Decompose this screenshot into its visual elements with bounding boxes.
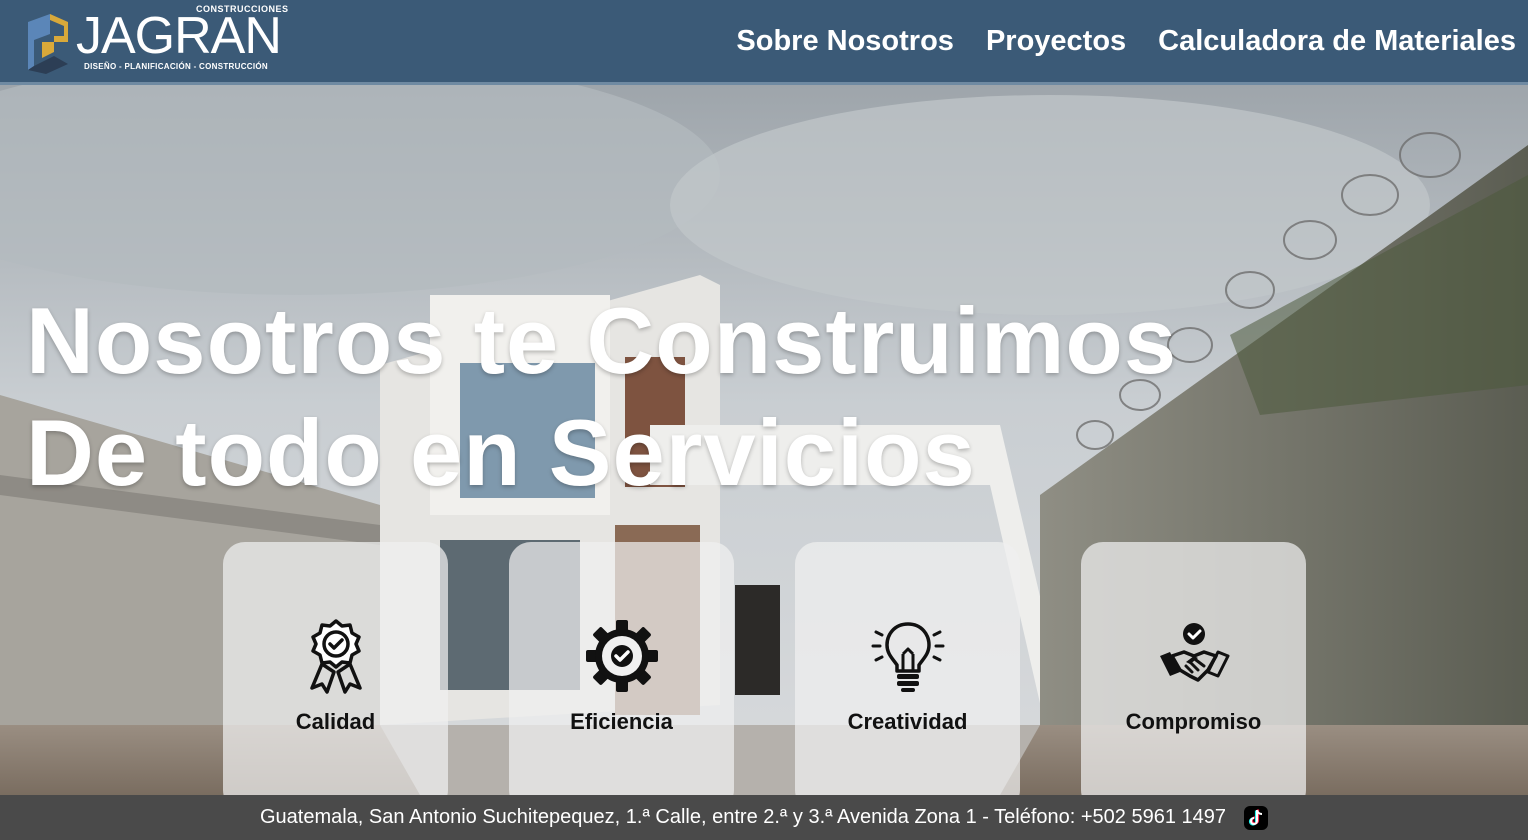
card-label-eficiencia: Eficiencia: [570, 709, 673, 734]
logo-tagline: DISEÑO - PLANIFICACIÓN - CONSTRUCCIÓN: [84, 61, 268, 71]
value-card-calidad[interactable]: Calidad: [223, 542, 448, 795]
lightbulb-icon: [868, 616, 948, 696]
headline-line-1: Nosotros te Construimos: [26, 288, 1178, 393]
footer-address: Guatemala, San Antonio Suchitepequez, 1.…: [259, 806, 1227, 828]
main-nav: Sobre Nosotros Proyectos Calculadora de …: [736, 0, 1516, 84]
nav-link-calculadora[interactable]: Calculadora de Materiales: [1158, 25, 1516, 58]
hero-section: Nosotros te Construimos De todo en Servi…: [0, 85, 1528, 795]
value-card-compromiso[interactable]: Compromiso: [1081, 542, 1306, 795]
nav-link-sobre-nosotros[interactable]: Sobre Nosotros: [736, 25, 954, 58]
site-logo[interactable]: CONSTRUCCIONES JAGRAN DISEÑO - PLANIFICA…: [22, 4, 288, 79]
card-label-calidad: Calidad: [295, 709, 376, 734]
nav-link-proyectos[interactable]: Proyectos: [986, 25, 1126, 58]
card-label-creatividad: Creatividad: [847, 709, 968, 734]
site-footer: Guatemala, San Antonio Suchitepequez, 1.…: [0, 795, 1528, 840]
value-card-creatividad[interactable]: Creatividad: [795, 542, 1020, 795]
quality-badge-icon: [296, 616, 376, 696]
hero-headline: Nosotros te Construimos De todo en Servi…: [26, 285, 1177, 509]
logo-mark-icon: [28, 13, 68, 74]
site-header: CONSTRUCCIONES JAGRAN DISEÑO - PLANIFICA…: [0, 0, 1528, 85]
handshake-icon: [1154, 616, 1234, 696]
card-label-compromiso: Compromiso: [1125, 709, 1262, 734]
tiktok-icon[interactable]: [1244, 805, 1269, 830]
headline-line-2: De todo en Servicios: [26, 400, 976, 505]
value-card-eficiencia[interactable]: Eficiencia: [509, 542, 734, 795]
logo-name: JAGRAN: [76, 6, 282, 65]
gear-check-icon: [582, 616, 662, 696]
